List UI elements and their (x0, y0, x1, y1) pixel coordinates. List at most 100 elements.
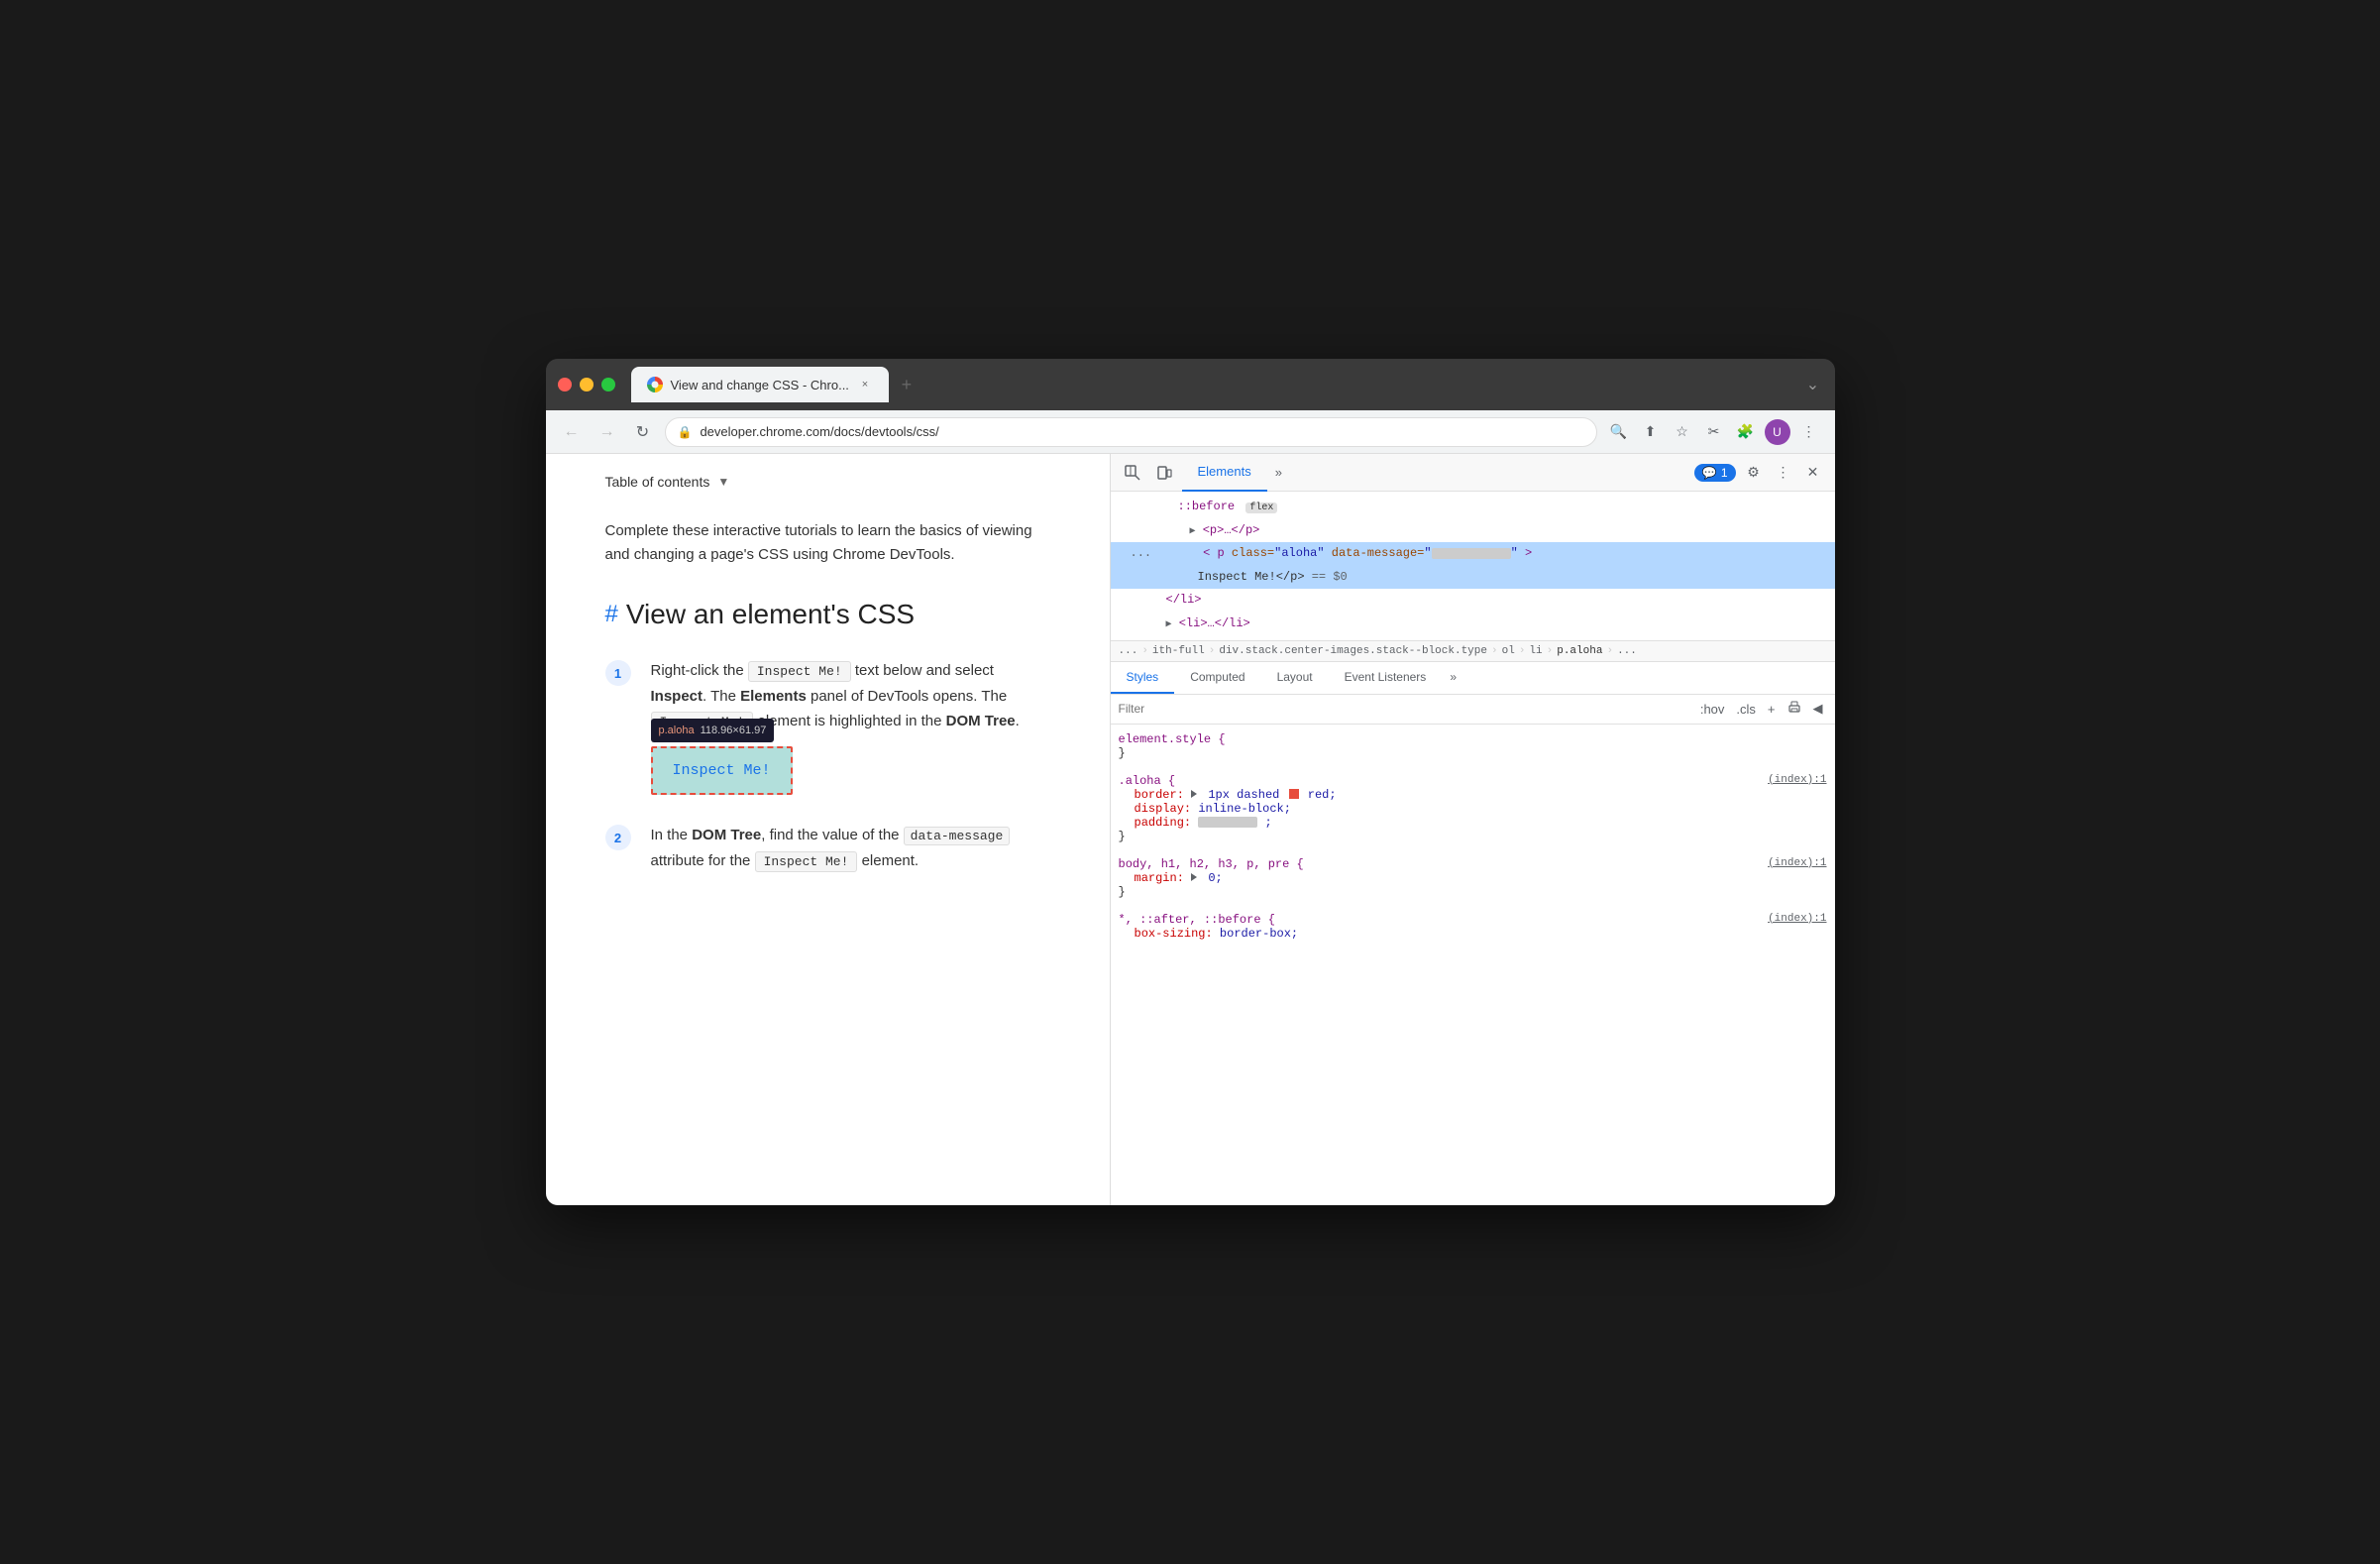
heading-text: View an element's CSS (626, 599, 915, 630)
active-tab[interactable]: View and change CSS - Chro... × (631, 367, 889, 402)
step-number-1: 1 (605, 660, 631, 686)
reload-button[interactable]: ↻ (629, 418, 657, 446)
back-button[interactable]: ← (558, 418, 586, 446)
css-rules: element.style { } .aloha { (index):1 bor… (1111, 725, 1835, 1205)
bc-ellipsis[interactable]: ... (1119, 645, 1138, 657)
devtools-actions: ⚙ ⋮ ✕ (1740, 459, 1827, 487)
element-style-rule: element.style { } (1119, 732, 1827, 760)
aloha-source[interactable]: (index):1 (1768, 774, 1826, 786)
extensions-button[interactable]: ✂ (1700, 418, 1728, 446)
window-chevron[interactable]: ⌄ (1803, 375, 1823, 394)
print-style-button[interactable] (1784, 699, 1805, 720)
dom-tag-li-close: </li> (1166, 593, 1202, 607)
body-selector: body, h1, h2, h3, p, pre { (1119, 857, 1304, 871)
event-listeners-tab[interactable]: Event Listeners (1329, 662, 1443, 694)
forward-button[interactable]: → (594, 418, 621, 446)
step-1: 1 Right-click the Inspect Me! text below… (605, 658, 1050, 795)
address-bar[interactable]: 🔒 developer.chrome.com/docs/devtools/css… (665, 417, 1597, 447)
nav-bar: ← → ↻ 🔒 developer.chrome.com/docs/devtoo… (546, 410, 1835, 454)
dom-tree: ::before flex ▶ <p>…</p> ... < (1111, 492, 1835, 641)
profile-button[interactable]: U (1764, 418, 1791, 446)
maximize-window-button[interactable] (601, 378, 615, 391)
styles-tabs: Styles Computed Layout Event Listeners » (1111, 662, 1835, 695)
blurred-padding (1198, 817, 1257, 828)
share-button[interactable]: ⬆ (1637, 418, 1665, 446)
border-prop: border: 1px dashed red; (1119, 788, 1827, 802)
device-toolbar-button[interactable] (1150, 459, 1178, 487)
sidebar-toggle-button[interactable]: ◀ (1809, 699, 1827, 719)
styles-tab[interactable]: Styles (1111, 662, 1175, 694)
border-triangle[interactable] (1191, 790, 1197, 798)
dom-line-aloha[interactable]: ... < p class="aloha" data-message="" > (1111, 542, 1835, 566)
main-area: Table of contents ▼ Complete these inter… (546, 454, 1835, 1205)
dom-line-p1[interactable]: ▶ <p>…</p> (1111, 519, 1835, 543)
body-rule: body, h1, h2, h3, p, pre { (index):1 mar… (1119, 857, 1827, 899)
dom-line-before: ::before flex (1111, 496, 1835, 519)
inspect-me-text: Inspect Me!</p> (1198, 570, 1312, 584)
universal-source[interactable]: (index):1 (1768, 913, 1826, 925)
bc-div-stack[interactable]: div.stack.center-images.stack--block.typ… (1219, 645, 1487, 657)
nav-actions: 🔍 ⬆ ☆ ✂ 🧩 U ⋮ (1605, 418, 1823, 446)
margin-triangle[interactable] (1191, 873, 1197, 881)
inspect-me-badge-3: Inspect Me! (755, 851, 858, 872)
cls-button[interactable]: .cls (1732, 700, 1760, 719)
zoom-button[interactable]: 🔍 (1605, 418, 1633, 446)
tab-close-button[interactable]: × (857, 377, 873, 392)
badge-icon: 💬 (1702, 466, 1717, 480)
console-badge[interactable]: 💬 1 (1694, 464, 1736, 482)
data-message-code: data-message (904, 827, 1011, 845)
extensions-puzzle[interactable]: 🧩 (1732, 418, 1760, 446)
margin-prop: margin: 0; (1119, 871, 1827, 885)
styles-filter-bar: :hov .cls + ◀ (1111, 695, 1835, 725)
layout-tab[interactable]: Layout (1261, 662, 1329, 694)
aloha-rule: .aloha { (index):1 border: 1px dashed re… (1119, 774, 1827, 843)
body-source[interactable]: (index):1 (1768, 857, 1826, 869)
element-picker-button[interactable] (1119, 459, 1146, 487)
elements-tab[interactable]: Elements (1182, 454, 1267, 492)
dom-ellipsis: ... (1119, 543, 1152, 565)
bc-end-ellipsis[interactable]: ... (1617, 645, 1637, 657)
dom-tag-p1: <p>…</p> (1203, 523, 1260, 537)
computed-tab[interactable]: Computed (1174, 662, 1260, 694)
settings-button[interactable]: ⚙ (1740, 459, 1768, 487)
hov-button[interactable]: :hov (1696, 700, 1729, 719)
bookmark-button[interactable]: ☆ (1669, 418, 1696, 446)
devtools-toolbar: Elements » 💬 1 ⚙ ⋮ ✕ (1111, 454, 1835, 492)
page-heading: # View an element's CSS (605, 599, 1050, 630)
tooltip-tag: p.aloha (659, 722, 695, 740)
title-bar: View and change CSS - Chro... × + ⌄ (546, 359, 1835, 410)
step-2-content: In the DOM Tree, find the value of the d… (651, 823, 1050, 873)
add-style-button[interactable]: + (1764, 700, 1780, 719)
more-menu-button[interactable]: ⋮ (1795, 418, 1823, 446)
universal-rule: *, ::after, ::before { (index):1 box-siz… (1119, 913, 1827, 941)
display-prop: display: inline-block; (1119, 802, 1827, 816)
toc-header[interactable]: Table of contents ▼ (605, 474, 1050, 490)
bc-li[interactable]: li (1529, 645, 1542, 657)
close-devtools-button[interactable]: ✕ (1799, 459, 1827, 487)
step-2: 2 In the DOM Tree, find the value of the… (605, 823, 1050, 873)
badge-count: 1 (1721, 466, 1728, 480)
tab-bar: View and change CSS - Chro... × + (631, 367, 1795, 402)
flex-badge: flex (1245, 503, 1277, 513)
styles-panel: Styles Computed Layout Event Listeners »… (1111, 662, 1835, 1205)
more-tabs-button[interactable]: » (1267, 465, 1290, 480)
bc-ol[interactable]: ol (1502, 645, 1515, 657)
red-color-swatch (1289, 789, 1299, 799)
bc-ith-full[interactable]: ith-full (1152, 645, 1205, 657)
expand-triangle-2[interactable]: ▶ (1166, 619, 1172, 630)
dom-line-li2[interactable]: ▶ <li>…</li> (1111, 613, 1835, 636)
dom-breadcrumb: ... › ith-full › div.stack.center-images… (1111, 641, 1835, 662)
tab-title: View and change CSS - Chro... (671, 378, 849, 392)
inspect-me-element[interactable]: Inspect Me! (651, 746, 793, 796)
bc-p-aloha[interactable]: p.aloha (1557, 645, 1602, 657)
close-window-button[interactable] (558, 378, 572, 391)
minimize-window-button[interactable] (580, 378, 594, 391)
expand-triangle-1[interactable]: ▶ (1190, 526, 1196, 537)
styles-filter-input[interactable] (1119, 702, 1688, 716)
url-text: developer.chrome.com/docs/devtools/css/ (700, 424, 938, 439)
new-tab-button[interactable]: + (893, 371, 920, 398)
blurred-data-message (1432, 548, 1511, 559)
more-options-button[interactable]: ⋮ (1770, 459, 1797, 487)
dom-pseudo-before: ::before (1178, 500, 1236, 513)
more-styles-tabs[interactable]: » (1442, 662, 1464, 694)
